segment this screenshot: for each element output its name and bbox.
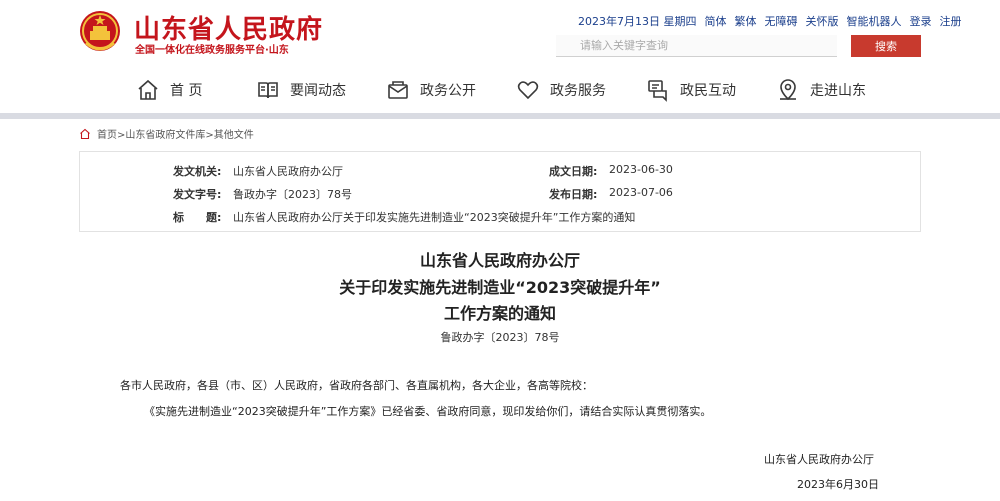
nav-item-news[interactable]: 要闻动态 bbox=[256, 76, 346, 104]
document-sign-date: 2023年6月30日 bbox=[797, 478, 879, 491]
search-input[interactable] bbox=[556, 35, 837, 57]
search-button[interactable]: 搜索 bbox=[851, 35, 921, 57]
document-paragraph: 《实施先进制造业“2023突破提升年”工作方案》已经省委、省政府同意，现印发给你… bbox=[144, 405, 712, 418]
document-signature: 山东省人民政府办公厅 bbox=[764, 453, 874, 466]
doc-no-value: 鲁政办字〔2023〕78号 bbox=[233, 188, 352, 201]
written-date-label: 成文日期: bbox=[549, 165, 598, 178]
link-smart-robot[interactable]: 智能机器人 bbox=[847, 13, 902, 29]
heart-icon bbox=[517, 81, 539, 100]
book-icon bbox=[258, 82, 278, 99]
map-pin-icon bbox=[780, 79, 796, 101]
breadcrumb: 首页>山东省政府文件库>其他文件 bbox=[79, 126, 254, 141]
link-care-mode[interactable]: 关怀版 bbox=[806, 13, 839, 29]
doc-no-label: 发文字号: bbox=[173, 188, 222, 201]
title-label: 标 题: bbox=[173, 211, 222, 224]
document-title-line-3: 工作方案的通知 bbox=[443, 304, 556, 323]
document-number: 鲁政办字〔2023〕78号 bbox=[440, 331, 560, 344]
document-addressees: 各市人民政府，各县（市、区）人民政府，省政府各部门、各直属机构，各大企业，各高等… bbox=[120, 379, 593, 392]
link-traditional[interactable]: 繁体 bbox=[735, 13, 757, 29]
nav-label: 政务公开 bbox=[420, 83, 476, 99]
publish-date-value: 2023-07-06 bbox=[609, 186, 673, 199]
link-register[interactable]: 注册 bbox=[940, 13, 962, 29]
title-value: 山东省人民政府办公厅关于印发实施先进制造业“2023突破提升年”工作方案的通知 bbox=[233, 211, 636, 224]
link-login[interactable]: 登录 bbox=[910, 13, 932, 29]
nav-item-interaction[interactable]: 政民互动 bbox=[646, 76, 736, 104]
link-accessibility[interactable]: 无障碍 bbox=[765, 13, 798, 29]
document-title-line-1: 山东省人民政府办公厅 bbox=[419, 251, 580, 270]
nav-label: 政务服务 bbox=[550, 83, 606, 99]
document-metadata: 发文机关: 山东省人民政府办公厅 发文字号: 鲁政办字〔2023〕78号 标 题… bbox=[79, 151, 921, 232]
site-subtitle: 全国一体化在线政务服务平台·山东 bbox=[135, 45, 289, 56]
site-header: 山东省人民政府 全国一体化在线政务服务平台·山东 2023年7月13日 星期四 … bbox=[0, 0, 1000, 113]
breadcrumb-path[interactable]: 首页>山东省政府文件库>其他文件 bbox=[97, 126, 254, 141]
mail-icon bbox=[388, 81, 408, 99]
utility-links: 2023年7月13日 星期四 简体 繁体 无障碍 关怀版 智能机器人 登录 注册 bbox=[578, 13, 962, 29]
issuer-value: 山东省人民政府办公厅 bbox=[233, 165, 343, 178]
main-nav: 首 页 要闻动态 政务公开 政务服务 政民互动 走进山东 bbox=[0, 70, 1000, 113]
home-icon bbox=[80, 128, 90, 139]
issuer-label: 发文机关: bbox=[173, 165, 222, 178]
nav-item-gov-affairs[interactable]: 政务公开 bbox=[386, 76, 476, 104]
nav-label: 政民互动 bbox=[680, 83, 736, 99]
publish-date-label: 发布日期: bbox=[549, 188, 598, 201]
nav-item-home[interactable]: 首 页 bbox=[136, 76, 202, 104]
written-date-value: 2023-06-30 bbox=[609, 163, 673, 176]
home-icon bbox=[138, 79, 158, 100]
chat-icon bbox=[648, 80, 667, 102]
nav-label: 首 页 bbox=[170, 83, 203, 99]
nav-item-gov-services[interactable]: 政务服务 bbox=[516, 76, 606, 104]
current-date: 2023年7月13日 星期四 bbox=[578, 15, 697, 28]
document-title-line-2: 关于印发实施先进制造业“2023突破提升年” bbox=[339, 278, 661, 297]
national-emblem-icon bbox=[80, 11, 120, 51]
nav-label: 要闻动态 bbox=[290, 83, 346, 99]
header-divider bbox=[0, 113, 1000, 119]
nav-item-explore-shandong[interactable]: 走进山东 bbox=[776, 76, 866, 104]
nav-label: 走进山东 bbox=[810, 83, 866, 99]
link-simplified[interactable]: 简体 bbox=[705, 13, 727, 29]
